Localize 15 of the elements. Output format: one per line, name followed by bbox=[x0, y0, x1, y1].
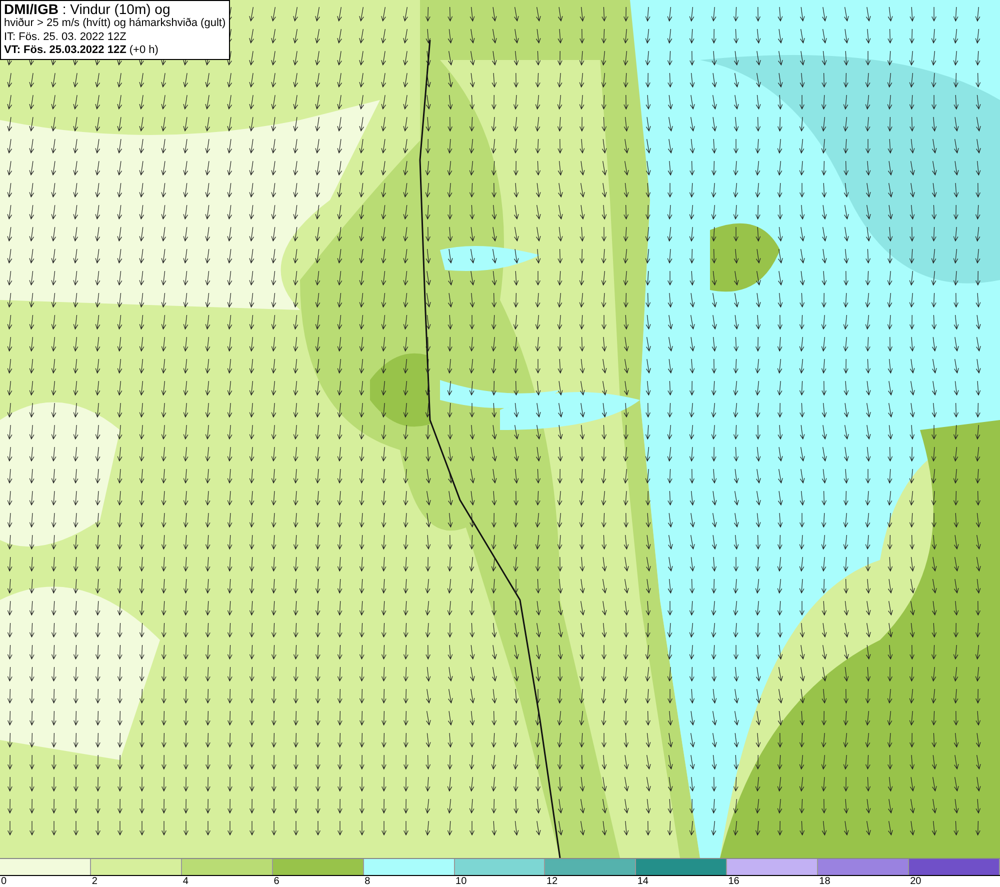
scale-tick-label: 20 bbox=[910, 876, 922, 887]
scale-tick-label: 10 bbox=[456, 876, 467, 887]
scale-tick-label: 12 bbox=[546, 876, 558, 887]
caption-line: DMI/IGB : Vindur (10m) og bbox=[4, 2, 170, 17]
caption-line: VT: Fös. 25.03.2022 12Z (+0 h) bbox=[4, 44, 158, 58]
scale-tick-label: 8 bbox=[364, 876, 370, 887]
caption-line: IT: Fös. 25. 03. 2022 12Z bbox=[4, 30, 126, 44]
scale-tick-label: 0 bbox=[1, 876, 7, 887]
caption-line: hviður > 25 m/s (hvítt) og hámarkshviða (gult) bbox=[4, 17, 226, 30]
scale-tick-label: 2 bbox=[92, 876, 98, 887]
scale-tick-label: 18 bbox=[819, 876, 830, 887]
scale-tick-label: 16 bbox=[728, 876, 740, 887]
scale-tick-label: 4 bbox=[182, 876, 188, 887]
scale-tick-label: 6 bbox=[274, 876, 280, 887]
scale-tick-label: 14 bbox=[637, 876, 648, 887]
